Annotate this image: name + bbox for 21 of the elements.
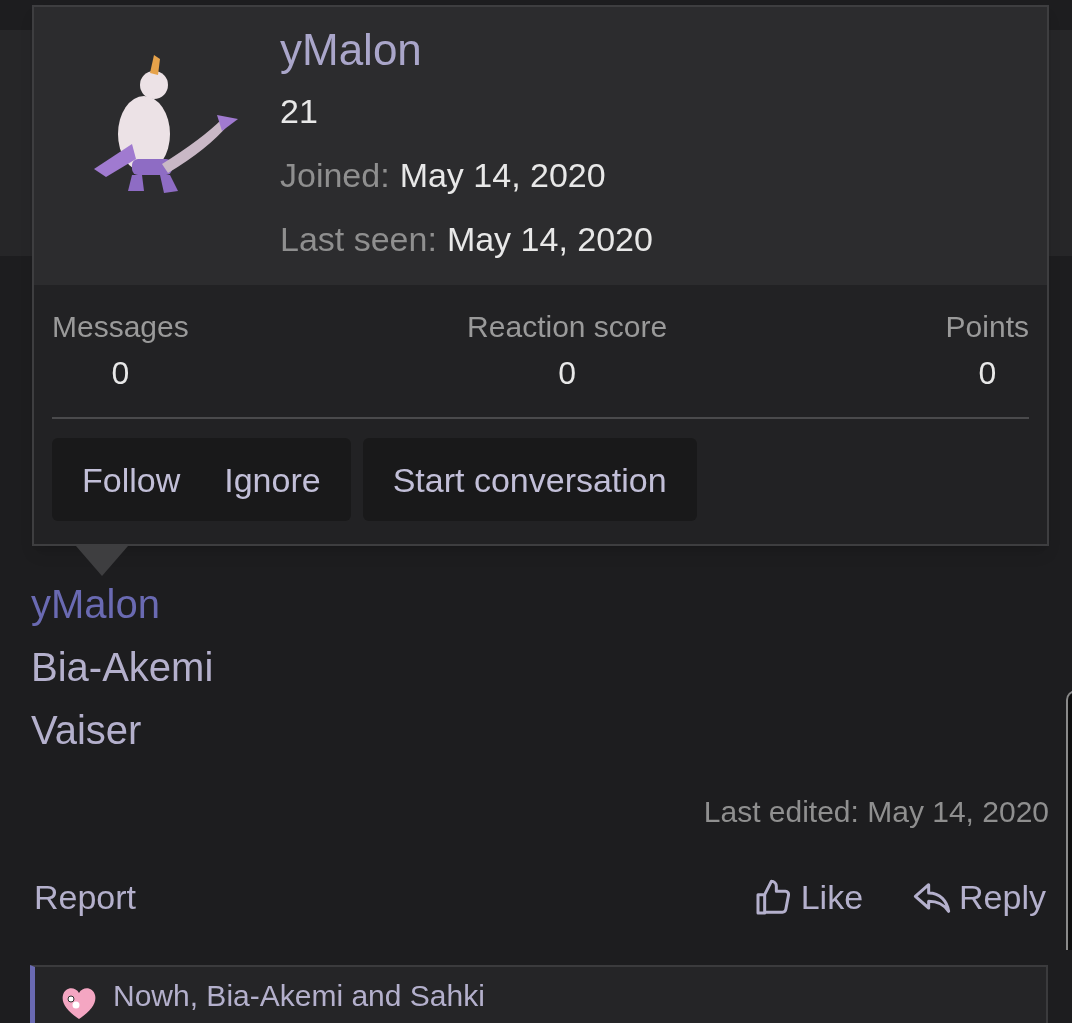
popup-button[interactable]: Ignore (202, 438, 343, 521)
stat-value: 0 (558, 354, 577, 393)
stat-label: Reaction score (467, 309, 668, 345)
user-title: 21 (280, 91, 319, 132)
reply-button[interactable]: Reply (911, 872, 1046, 923)
name-text: Vaiser (31, 709, 142, 750)
last-edited-text: Last edited: May 14, 2020 (703, 794, 1049, 830)
detail-label: Joined: (280, 154, 390, 196)
stat-value: 0 (978, 354, 997, 393)
detail-value: May 14, 2020 (399, 154, 606, 196)
detail-label: Last seen: (280, 218, 437, 260)
reactions-text: Nowh, Bia-Akemi and Sahki (113, 981, 485, 1011)
like-button[interactable]: Like (752, 872, 864, 923)
stat-label: Points (945, 309, 1029, 345)
stat-label: Messages (52, 309, 189, 345)
popup-button[interactable]: Follow (60, 438, 203, 521)
stat-value: 0 (111, 354, 130, 393)
name-text: Bia-Akemi (31, 646, 214, 687)
popup-username[interactable]: yMalon (280, 21, 653, 79)
report-link[interactable]: Report (34, 872, 137, 923)
detail-value: May 14, 2020 (446, 218, 653, 260)
